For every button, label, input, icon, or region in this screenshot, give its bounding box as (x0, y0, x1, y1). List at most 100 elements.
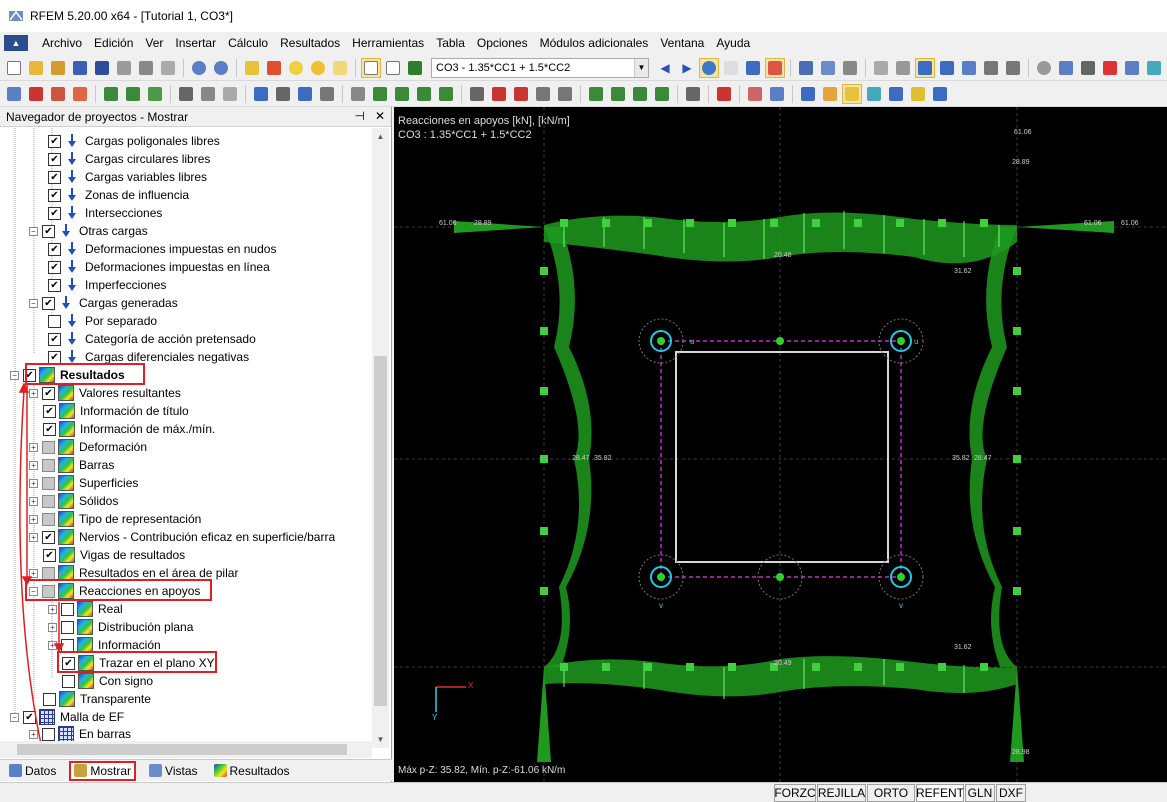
tree-item[interactable]: + ✔ Valores resultantes (29, 384, 181, 402)
menu-calculo[interactable]: Cálculo (222, 36, 274, 50)
collapse-toggle[interactable]: − (29, 226, 38, 236)
menu-insertar[interactable]: Insertar (169, 36, 222, 50)
load-surface-icon[interactable] (145, 84, 165, 104)
table-view-icon[interactable] (361, 57, 381, 78)
checkbox[interactable] (42, 727, 55, 741)
close-icon[interactable]: ✕ (375, 109, 385, 123)
coord-icon[interactable] (937, 58, 957, 78)
expand-toggle[interactable]: + (29, 532, 38, 542)
expand-toggle[interactable]: + (29, 460, 38, 470)
tree-item[interactable]: ✔ Cargas variables libres (48, 168, 207, 186)
calculate-icon[interactable] (264, 58, 284, 78)
status-forzc[interactable]: FORZC (774, 784, 816, 802)
collapse-toggle[interactable]: − (10, 370, 19, 380)
menu-ayuda[interactable]: Ayuda (710, 36, 756, 50)
tab-mostrar[interactable]: Mostrar (69, 760, 137, 781)
tool-a-icon[interactable] (467, 84, 487, 104)
expand-toggle[interactable]: + (29, 514, 38, 524)
tree-item[interactable]: ✔ Cargas poligonales libres (48, 132, 220, 150)
status-gln[interactable]: GLN (965, 784, 995, 802)
snap-icon[interactable] (915, 57, 935, 78)
chevron-down-icon[interactable]: ▼ (634, 58, 648, 77)
render-a-icon[interactable] (798, 84, 818, 104)
tree-item[interactable]: + Barras (29, 456, 114, 474)
tree-item[interactable]: ✔ Vigas de resultados (43, 546, 185, 564)
dimension-icon[interactable] (1003, 58, 1023, 78)
status-rejilla[interactable]: REJILLA (817, 784, 866, 802)
checkbox[interactable]: ✔ (48, 152, 61, 166)
hinge-icon[interactable] (1122, 58, 1142, 78)
scale-icon[interactable] (652, 84, 672, 104)
checkbox[interactable]: ✔ (48, 242, 61, 256)
checkbox[interactable] (61, 602, 74, 616)
checkbox[interactable] (42, 566, 55, 580)
results-on-icon[interactable] (699, 57, 719, 78)
edit-icon[interactable] (242, 58, 262, 78)
scroll-thumb[interactable] (374, 356, 387, 706)
previous-arrow-icon[interactable]: ◀ (655, 58, 675, 78)
menu-tabla[interactable]: Tabla (430, 36, 471, 50)
extremes-icon[interactable] (765, 57, 785, 78)
values-icon[interactable] (721, 58, 741, 78)
scroll-up-icon[interactable]: ▲ (372, 128, 389, 145)
status-refent[interactable]: REFENT (916, 784, 964, 802)
render-g-icon[interactable] (930, 84, 950, 104)
rotate-icon[interactable] (608, 84, 628, 104)
tree-item[interactable]: ✔ Información de máx./mín. (43, 420, 215, 438)
open-example-icon[interactable] (48, 58, 68, 78)
undo-icon[interactable] (189, 58, 209, 78)
checkbox[interactable]: ✔ (48, 188, 61, 202)
print-preview-icon[interactable] (158, 58, 178, 78)
tree-item[interactable]: + Sólidos (29, 492, 118, 510)
checkbox[interactable] (42, 512, 55, 526)
tab-vistas[interactable]: Vistas (146, 761, 200, 781)
tree-item[interactable]: Transparente (43, 690, 151, 708)
view-render-icon[interactable] (295, 84, 315, 104)
view-wire-icon[interactable] (317, 84, 337, 104)
move-icon[interactable] (586, 84, 606, 104)
result-section-icon[interactable] (436, 84, 456, 104)
delete-icon[interactable] (1100, 58, 1120, 78)
check-icon[interactable] (714, 84, 734, 104)
next-arrow-icon[interactable]: ▶ (677, 58, 697, 78)
window-icon[interactable] (330, 58, 350, 78)
expand-toggle[interactable]: + (48, 604, 57, 614)
expand-toggle[interactable]: + (29, 496, 38, 506)
member-icon[interactable] (981, 58, 1001, 78)
checkbox[interactable]: ✔ (42, 296, 55, 310)
tool-d-icon[interactable] (533, 84, 553, 104)
checkbox[interactable]: ✔ (42, 530, 55, 544)
tree-item[interactable]: ✔ Cargas circulares libres (48, 150, 210, 168)
tree-item[interactable]: ✔ Información de título (43, 402, 189, 420)
print-view-icon[interactable] (348, 84, 368, 104)
render-b-icon[interactable] (820, 84, 840, 104)
checkbox[interactable]: ✔ (43, 548, 56, 562)
save-all-icon[interactable] (92, 58, 112, 78)
snap-grid-icon[interactable] (220, 84, 240, 104)
pin-icon[interactable]: ⊣ (354, 109, 364, 123)
render-d-icon[interactable] (864, 84, 884, 104)
axis-icon[interactable] (959, 58, 979, 78)
tool-c-icon[interactable] (511, 84, 531, 104)
menu-herramientas[interactable]: Herramientas (346, 36, 430, 50)
checkbox[interactable] (48, 314, 61, 328)
checkbox[interactable]: ✔ (43, 404, 56, 418)
scroll-thumb[interactable] (17, 744, 347, 755)
render-c-icon[interactable] (842, 83, 862, 104)
checkbox[interactable]: ✔ (23, 710, 36, 724)
load-member-icon[interactable] (123, 84, 143, 104)
display-icon[interactable] (683, 84, 703, 104)
expand-toggle[interactable]: + (48, 622, 57, 632)
scroll-down-icon[interactable]: ▼ (372, 731, 389, 748)
tree-item[interactable]: + ✔ Nervios - Contribución eficaz en super… (29, 528, 335, 546)
collapse-toggle[interactable]: − (29, 298, 38, 308)
expand-toggle[interactable]: + (29, 388, 38, 398)
tree-item[interactable]: − ✔ Otras cargas (29, 222, 148, 240)
document-menu-icon[interactable]: ▲ (4, 35, 28, 51)
tree-item[interactable]: + Distribución plana (48, 618, 193, 636)
collapse-toggle[interactable]: − (10, 712, 19, 722)
tree-item[interactable]: − ✔ Malla de EF (10, 708, 124, 726)
print-report-icon[interactable] (136, 58, 156, 78)
result-table-icon[interactable] (392, 84, 412, 104)
open-folder-icon[interactable] (26, 58, 46, 78)
